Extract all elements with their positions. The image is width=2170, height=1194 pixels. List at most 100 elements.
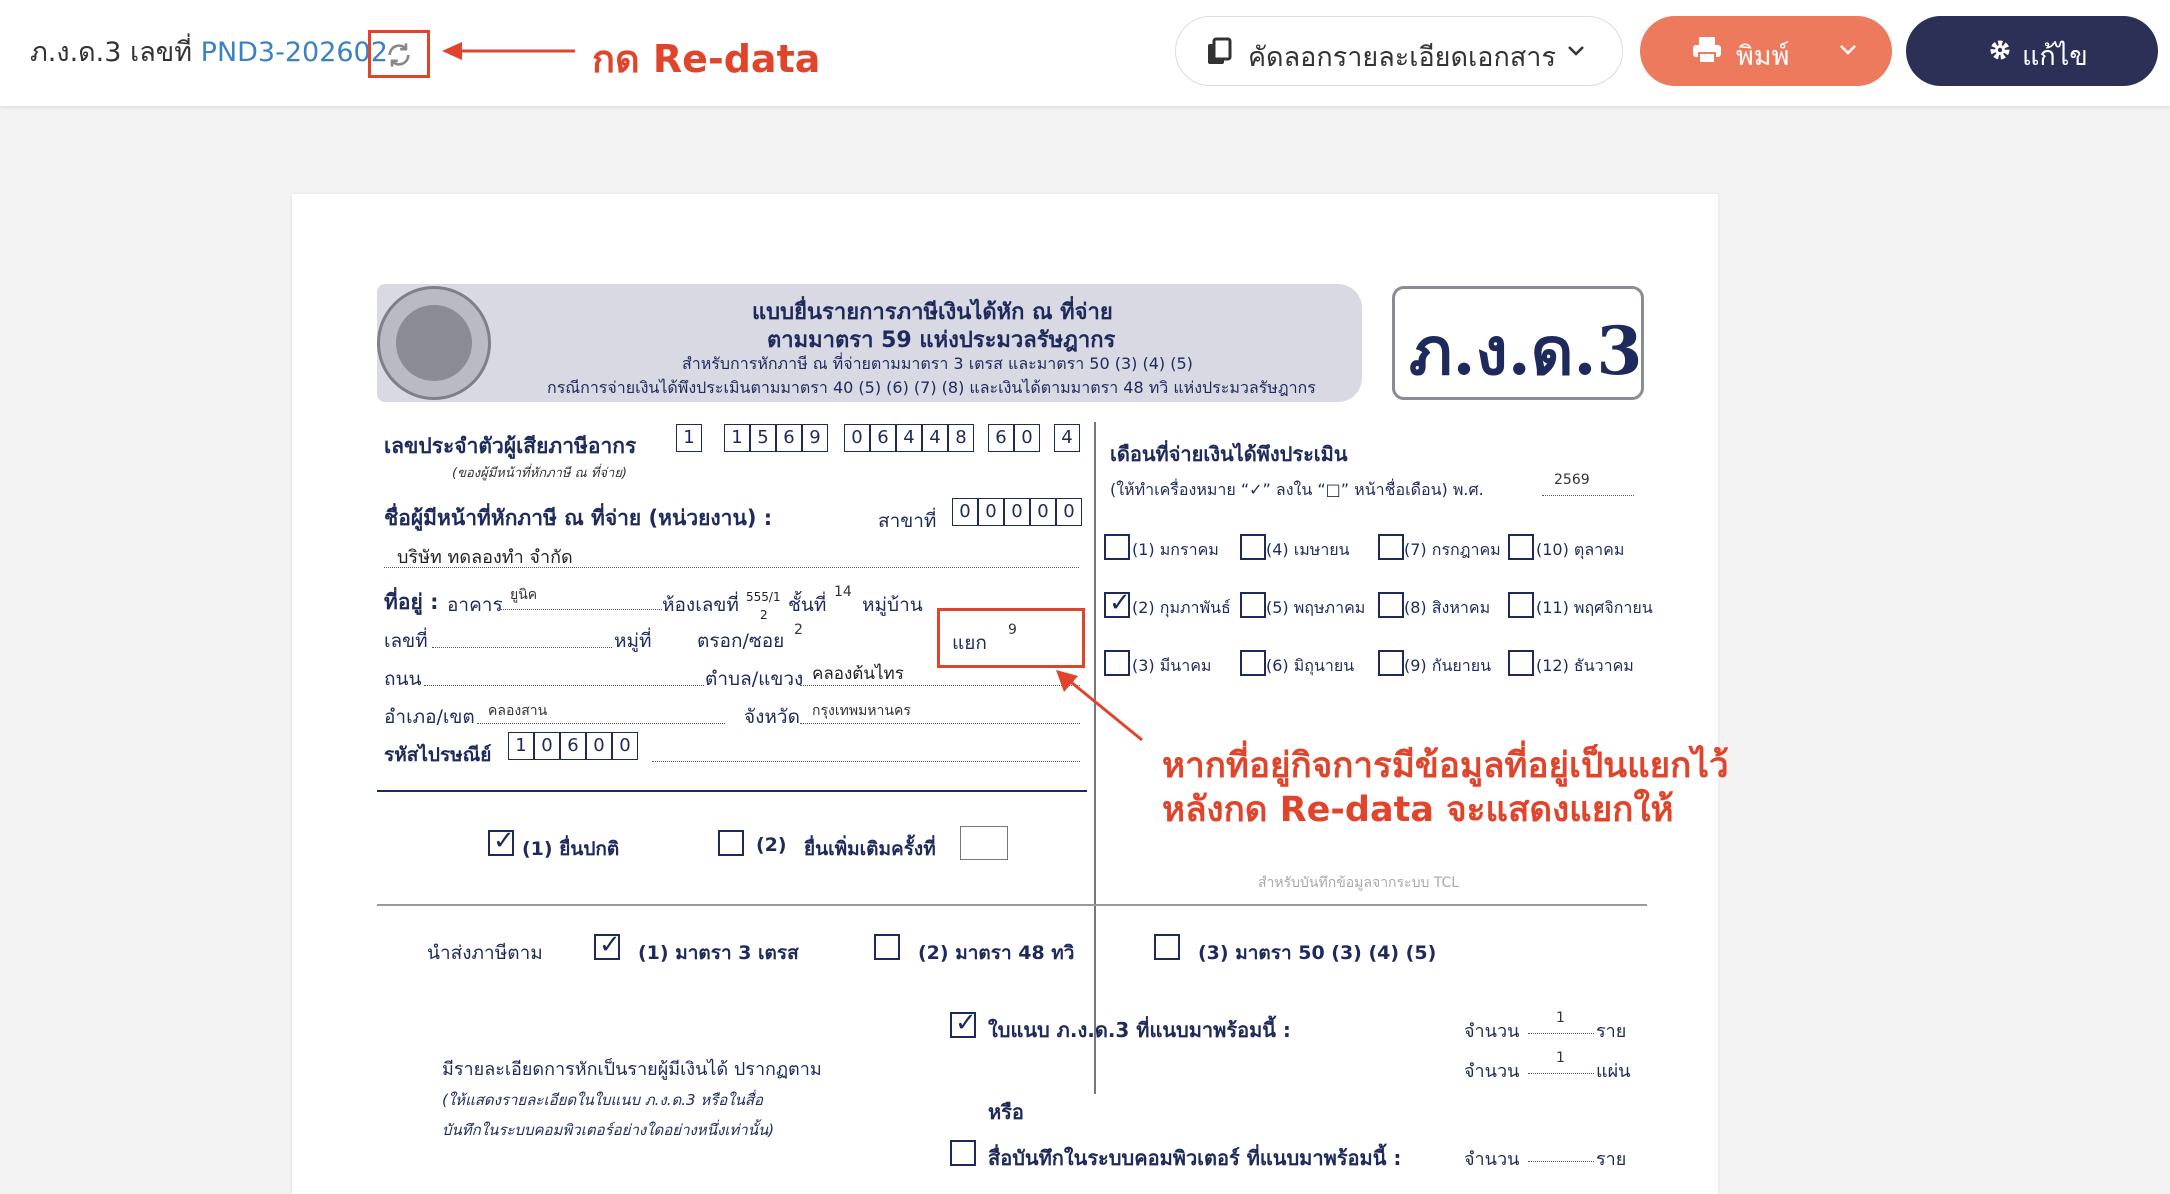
tax-id-label: เลขประจำตัวผู้เสียภาษีอากร (384, 434, 637, 458)
branch-label: สาขาที่ (878, 510, 937, 532)
month-checkbox-may[interactable] (1240, 592, 1266, 618)
moo-label: หมู่ที่ (614, 630, 652, 652)
province-value: กรุงเทพมหานคร (812, 703, 911, 719)
village-label: หมู่บ้าน (862, 594, 923, 616)
tax-id-digit: 4 (922, 424, 948, 452)
normal-filing-checkbox[interactable]: ✓ (488, 826, 515, 856)
annotation-redata: กด Re-data (592, 37, 821, 81)
branch-digit: 0 (952, 498, 978, 526)
section-3-tres-label: (1) มาตรา 3 เตรส (638, 942, 799, 964)
media-count-label: จำนวน (1464, 1149, 1520, 1170)
chevron-down-icon (1568, 46, 1584, 56)
yaek-highlight-box (937, 608, 1085, 668)
section-3-tres-checkbox[interactable]: ✓ (594, 930, 621, 960)
tax-id-digit: 8 (948, 424, 974, 452)
month-label: (9) กันยายน (1404, 656, 1492, 675)
district-label: อำเภอ/เขต (384, 706, 475, 728)
section-48-bis-label: (2) มาตรา 48 ทวิ (918, 942, 1075, 964)
revenue-department-seal-icon (377, 286, 491, 400)
printer-icon (1693, 37, 1721, 64)
month-checkbox-nov[interactable] (1508, 592, 1534, 618)
tax-id-digit: 1 (724, 424, 750, 452)
month-checkbox-sep[interactable] (1378, 650, 1404, 676)
chevron-down-icon (1840, 45, 1856, 55)
month-label: (4) เมษายน (1266, 540, 1350, 559)
annotation-arrow-icon (442, 42, 575, 60)
month-label: (2) กุมภาพันธ์ (1132, 598, 1231, 617)
tax-id-digit: 6 (776, 424, 802, 452)
form-subtitle-2: กรณีการจ่ายเงินได้พึงประเมินตามมาตรา 40 … (547, 378, 1316, 397)
detail-text: มีรายละเอียดการหักเป็นรายผู้มีเงินได้ ปร… (442, 1059, 822, 1080)
additional-filing-label: ยื่นเพิ่มเติมครั้งที่ (804, 838, 936, 860)
month-label: (5) พฤษภาคม (1266, 598, 1366, 617)
branch-digit: 0 (1030, 498, 1056, 526)
media-checkbox[interactable] (950, 1140, 976, 1166)
floor-label: ชั้นที่ (788, 594, 827, 616)
month-checkbox-jul[interactable] (1378, 534, 1404, 560)
re-data-button[interactable] (368, 30, 430, 78)
tax-id-digit: 4 (896, 424, 922, 452)
month-checkbox-jan[interactable] (1104, 534, 1130, 560)
tax-id-digit: 6 (870, 424, 896, 452)
month-checkbox-feb[interactable]: ✓ (1104, 588, 1131, 618)
count-persons: 1 (1556, 1010, 1565, 1026)
count-label-2: จำนวน (1464, 1061, 1520, 1082)
moo-value: 2 (760, 608, 768, 622)
print-button[interactable]: พิมพ์ (1640, 16, 1892, 86)
count-label: จำนวน (1464, 1021, 1520, 1042)
district-value: คลองสาน (488, 703, 548, 719)
month-label: (8) สิงหาคม (1404, 598, 1491, 617)
month-label: (6) มิถุนายน (1266, 656, 1355, 675)
copy-details-button[interactable]: คัดลอกรายละเอียดเอกสาร (1175, 16, 1623, 86)
media-unit: ราย (1596, 1149, 1627, 1170)
month-label: (12) ธันวาคม (1536, 656, 1634, 675)
tax-id-digit: 4 (1054, 424, 1080, 452)
soi-label: ตรอก/ซอย (697, 630, 785, 652)
house-no-label: เลขที่ (384, 630, 428, 652)
road-label: ถนน (384, 668, 422, 690)
month-checkbox-aug[interactable] (1378, 592, 1404, 618)
payer-name-label: ชื่อผู้มีหน้าที่หักภาษี ณ ที่จ่าย (หน่วย… (384, 506, 773, 530)
tax-id-digit: 5 (750, 424, 776, 452)
check-icon: ✓ (599, 930, 621, 960)
annotation-arrow-icon (1056, 670, 1143, 742)
postcode-label: รหัสไปรษณีย์ (384, 744, 492, 766)
attachment-checkbox[interactable]: ✓ (950, 1008, 977, 1038)
building-value: ยูนิค (510, 587, 538, 603)
section-50-label: (3) มาตรา 50 (3) (4) (5) (1198, 942, 1437, 964)
additional-filing-count-box[interactable] (960, 826, 1008, 860)
check-icon: ✓ (1109, 588, 1131, 618)
check-icon: ✓ (955, 1008, 977, 1038)
tax-id-sublabel: (ของผู้มีหน้าที่หักภาษี ณ ที่จ่าย) (452, 466, 628, 481)
form-subtitle: สำหรับการหักภาษี ณ ที่จ่ายตามมาตรา 3 เตร… (682, 354, 1193, 373)
section-50-checkbox[interactable] (1154, 934, 1180, 960)
section-48-bis-checkbox[interactable] (874, 934, 900, 960)
building-label: อาคาร (447, 594, 503, 616)
normal-filing-label: (1) ยื่นปกติ (522, 838, 620, 860)
postcode-digit: 0 (612, 732, 638, 760)
submit-label: นำส่งภาษีตาม (427, 942, 543, 964)
persons-unit: ราย (1596, 1021, 1627, 1042)
month-checkbox-dec[interactable] (1508, 650, 1534, 676)
additional-filing-checkbox[interactable] (718, 830, 744, 856)
system-note: สำหรับบันทึกข้อมูลจากระบบ TCL (1258, 875, 1460, 891)
room-value: 555/1 (746, 590, 781, 604)
detail-note: (ให้แสดงรายละเอียดในใบแนบ ภ.ง.ด.3 หรือใน… (442, 1091, 764, 1109)
month-label: (1) มกราคม (1132, 540, 1219, 559)
month-instruction: (ให้ทำเครื่องหมาย “✓” ลงใน “□” หน้าชื่อเ… (1110, 480, 1484, 499)
media-label: สื่อบันทึกในระบบคอมพิวเตอร์ ที่แนบมาพร้อ… (988, 1146, 1402, 1170)
month-checkbox-oct[interactable] (1508, 534, 1534, 560)
copy-button-label: คัดลอกรายละเอียดเอกสาร (1248, 42, 1556, 73)
postcode-digit: 6 (560, 732, 586, 760)
postcode-digit: 1 (508, 732, 534, 760)
month-header: เดือนที่จ่ายเงินได้พึงประเมิน (1110, 442, 1348, 466)
month-checkbox-apr[interactable] (1240, 534, 1266, 560)
doc-label: ภ.ง.ด.3 เลขที่ (30, 37, 193, 68)
check-icon: ✓ (493, 826, 515, 856)
branch-digit: 0 (1004, 498, 1030, 526)
or-label: หรือ (988, 1100, 1024, 1124)
postcode-digit: 0 (586, 732, 612, 760)
edit-button[interactable]: แก้ไข (1906, 16, 2158, 86)
month-label: (10) ตุลาคม (1536, 540, 1625, 559)
month-checkbox-jun[interactable] (1240, 650, 1266, 676)
